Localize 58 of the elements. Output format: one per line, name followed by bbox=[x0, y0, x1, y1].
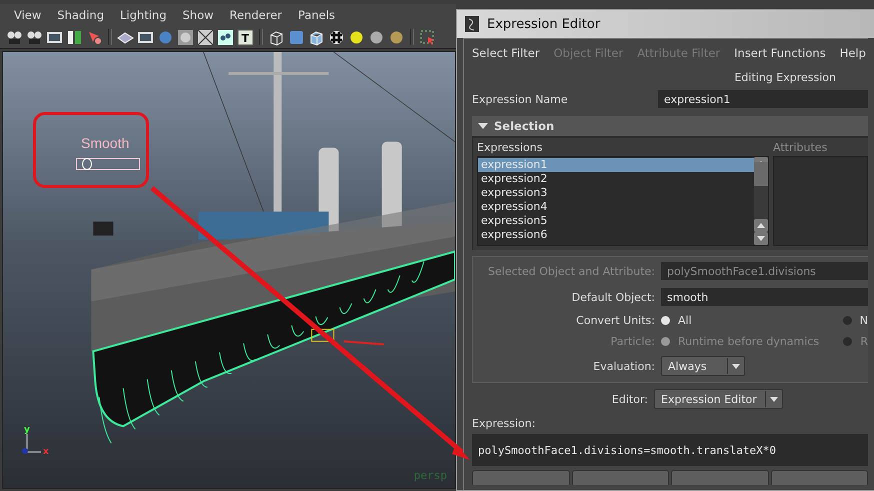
menu-item[interactable]: Panels bbox=[290, 8, 344, 22]
field-label: Evaluation: bbox=[592, 360, 656, 372]
section-header[interactable]: Selection bbox=[472, 116, 868, 138]
radio-button[interactable] bbox=[661, 316, 670, 325]
binoculars-icon[interactable] bbox=[6, 28, 23, 46]
code-editor[interactable]: polySmoothFace1.divisions=smooth.translateX*0 bbox=[472, 434, 868, 466]
field-label: Default Object: bbox=[570, 290, 656, 304]
field-label: Editor: bbox=[610, 392, 649, 406]
radio-button[interactable] bbox=[842, 316, 852, 325]
sphere-icon[interactable] bbox=[388, 28, 405, 46]
list-label: Attributes bbox=[773, 141, 828, 154]
list-item[interactable]: expression2 bbox=[478, 172, 754, 186]
field-label: Expression Name bbox=[472, 92, 569, 106]
light-icon[interactable] bbox=[348, 28, 365, 46]
mode-label: Editing Expression bbox=[734, 71, 836, 84]
cube-icon[interactable] bbox=[268, 28, 285, 46]
camera-label: persp bbox=[414, 469, 447, 482]
sphere-icon[interactable] bbox=[368, 28, 385, 46]
input-field[interactable]: smooth bbox=[661, 288, 868, 306]
dots-icon[interactable] bbox=[217, 28, 234, 46]
slider-thumb[interactable] bbox=[82, 158, 92, 170]
menu-item[interactable]: Renderer bbox=[222, 8, 290, 22]
axis-indicator: y x bbox=[17, 424, 51, 458]
menu-item[interactable]: View bbox=[6, 8, 50, 22]
field-label: Particle: bbox=[610, 335, 656, 348]
field-label: Convert Units: bbox=[575, 314, 656, 327]
text-icon[interactable]: T bbox=[237, 28, 254, 46]
down-arrow-icon[interactable] bbox=[757, 236, 765, 241]
app-icon bbox=[465, 16, 479, 32]
select-icon[interactable] bbox=[419, 28, 436, 46]
slider-label: Smooth bbox=[81, 135, 130, 151]
field-label: Selected Object and Attribute: bbox=[487, 264, 656, 278]
radio-label: N bbox=[860, 314, 868, 327]
menu-item[interactable]: Help bbox=[840, 46, 866, 60]
list-item[interactable]: expression4 bbox=[478, 200, 754, 214]
radio-label: Runtime before dynamics bbox=[678, 335, 820, 348]
dropdown[interactable]: Always bbox=[661, 356, 745, 376]
radio-label: All bbox=[678, 314, 692, 327]
cube-icon[interactable] bbox=[308, 28, 325, 46]
radio-label: R bbox=[860, 335, 868, 348]
menu-item[interactable]: Shading bbox=[49, 8, 112, 22]
field-label: Expression: bbox=[472, 417, 536, 430]
list-label: Expressions bbox=[477, 141, 544, 154]
menu-item[interactable]: Insert Functions bbox=[734, 46, 826, 60]
list-item[interactable]: expression5 bbox=[478, 214, 754, 228]
checker-icon[interactable] bbox=[328, 28, 345, 46]
window-title: Expression Editor bbox=[487, 16, 600, 32]
menu-item[interactable]: Select Filter bbox=[472, 46, 540, 60]
smooth-slider[interactable] bbox=[76, 158, 140, 170]
section-title: Selection bbox=[494, 119, 554, 133]
menu-item[interactable]: Lighting bbox=[112, 8, 174, 22]
scrollbar[interactable] bbox=[754, 157, 768, 245]
list-item[interactable]: expression3 bbox=[478, 186, 754, 200]
menu-item[interactable]: Show bbox=[174, 8, 222, 22]
up-arrow-icon[interactable] bbox=[757, 223, 765, 228]
dropdown[interactable]: Expression Editor bbox=[654, 389, 783, 409]
list-item[interactable]: expression6 bbox=[478, 228, 754, 242]
input-field[interactable]: expression1 bbox=[658, 90, 868, 108]
